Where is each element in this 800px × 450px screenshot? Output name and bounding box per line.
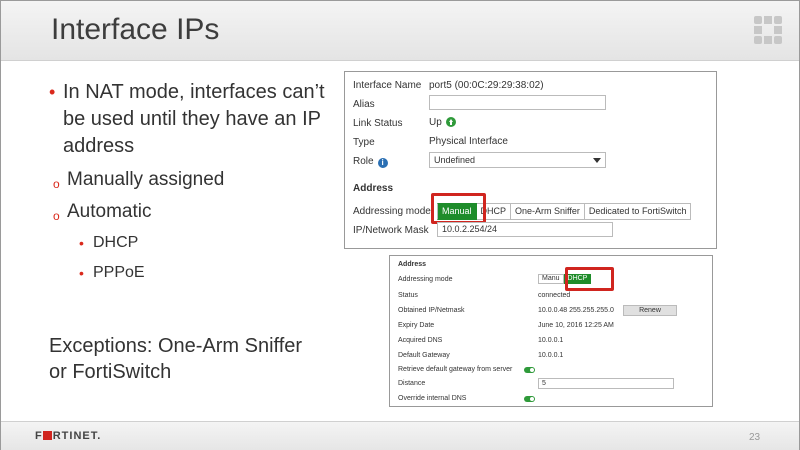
retrieve-gateway-toggle[interactable] xyxy=(524,367,535,373)
retrieve-gateway-label: Retrieve default gateway from server xyxy=(398,366,513,373)
interface-name-label: Interface Name xyxy=(353,80,422,91)
role-label: Role i xyxy=(353,156,388,168)
obtained-ip-label: Obtained IP/Netmask xyxy=(398,307,465,314)
renew-button[interactable]: Renew xyxy=(623,305,677,316)
sub-bullet-text: Manually assigned xyxy=(67,169,225,190)
sub-bullet-text: Automatic xyxy=(67,201,152,222)
address-heading: Address xyxy=(353,183,394,194)
expiry-label: Expiry Date xyxy=(398,322,435,329)
bullet-ring-icon: o xyxy=(53,209,60,223)
mode-fortiswitch-button[interactable]: Dedicated to FortiSwitch xyxy=(584,203,692,220)
addressing-mode-label: Addressing mode xyxy=(353,206,431,217)
bullet-dot-icon: • xyxy=(49,82,56,102)
type-label: Type xyxy=(353,137,375,148)
bullet-list: • In NAT mode, interfaces can’t be used … xyxy=(49,79,329,284)
override-dns-toggle[interactable] xyxy=(524,396,535,402)
interface-name-value: port5 (00:0C:29:29:38:02) xyxy=(429,80,544,91)
slide-title: Interface IPs xyxy=(51,13,220,46)
alias-input[interactable] xyxy=(429,95,606,110)
title-bar: Interface IPs xyxy=(1,1,799,61)
address-heading: Address xyxy=(398,261,427,268)
ip-mask-input[interactable]: 10.0.2.254/24 xyxy=(437,222,613,237)
status-label: Status xyxy=(398,292,418,299)
default-gateway-value: 10.0.0.1 xyxy=(538,352,564,359)
bullet-ring-icon: o xyxy=(53,177,60,191)
sub-bullet: o Manually assigned xyxy=(53,168,329,192)
bullet-dot-icon: • xyxy=(79,235,84,251)
sub-sub-bullet: • DHCP xyxy=(79,232,329,254)
link-status-text: Up xyxy=(429,117,442,128)
default-gateway-label: Default Gateway xyxy=(398,352,450,359)
sub-sub-bullet-text: DHCP xyxy=(93,234,139,251)
obtained-ip-value: 10.0.0.48 255.255.255.0 xyxy=(538,307,614,314)
page-number: 23 xyxy=(749,432,761,443)
status-value: connected xyxy=(538,292,571,299)
dhcp-highlight-box xyxy=(565,267,614,291)
type-value: Physical Interface xyxy=(429,136,508,147)
fortinet-logo: F RTINET. xyxy=(35,430,102,442)
dhcp-settings-panel: Address Addressing mode Manu DHCP Status… xyxy=(389,255,713,407)
expiry-value: June 10, 2016 12:25 AM xyxy=(538,322,614,329)
exceptions-text: Exceptions: One-Arm Sniffer or FortiSwit… xyxy=(49,335,303,383)
link-status-label: Link Status xyxy=(353,118,403,129)
distance-label: Distance xyxy=(398,380,426,387)
mode-manual-button[interactable]: Manu xyxy=(538,274,564,284)
link-status-value: Up xyxy=(429,117,456,128)
slide: Interface IPs • In NAT mode, interfaces … xyxy=(0,0,800,450)
interface-settings-panel: Interface Name port5 (00:0C:29:29:38:02)… xyxy=(344,71,717,249)
override-dns-label: Override internal DNS xyxy=(398,395,467,402)
fortinet-grid-icon xyxy=(754,16,782,44)
sub-sub-bullet-text: PPPoE xyxy=(93,264,145,281)
acquired-dns-label: Acquired DNS xyxy=(398,337,443,344)
main-bullet: • In NAT mode, interfaces can’t be used … xyxy=(49,79,329,160)
footer: F RTINET. 23 xyxy=(1,421,799,450)
mode-one-arm-sniffer-button[interactable]: One-Arm Sniffer xyxy=(511,203,585,220)
chevron-down-icon xyxy=(593,158,601,163)
sub-sub-bullet: • PPPoE xyxy=(79,262,329,284)
info-icon[interactable]: i xyxy=(377,158,388,168)
main-bullet-text: In NAT mode, interfaces can’t be used un… xyxy=(63,81,325,157)
sub-bullet: o Automatic xyxy=(53,200,329,224)
addressing-mode-label: Addressing mode xyxy=(398,276,453,283)
role-select-value: Undefined xyxy=(434,155,476,165)
role-select[interactable]: Undefined xyxy=(429,152,606,168)
manual-highlight-box xyxy=(431,193,486,224)
role-label-text: Role xyxy=(353,156,374,167)
ip-mask-label: IP/Network Mask xyxy=(353,225,429,236)
distance-input[interactable]: 5 xyxy=(538,378,674,389)
arrow-up-circle-icon xyxy=(445,117,456,127)
acquired-dns-value: 10.0.0.1 xyxy=(538,337,564,344)
logo-square-icon xyxy=(42,431,52,440)
bullet-dot-icon: • xyxy=(79,265,84,281)
alias-label: Alias xyxy=(353,99,375,110)
